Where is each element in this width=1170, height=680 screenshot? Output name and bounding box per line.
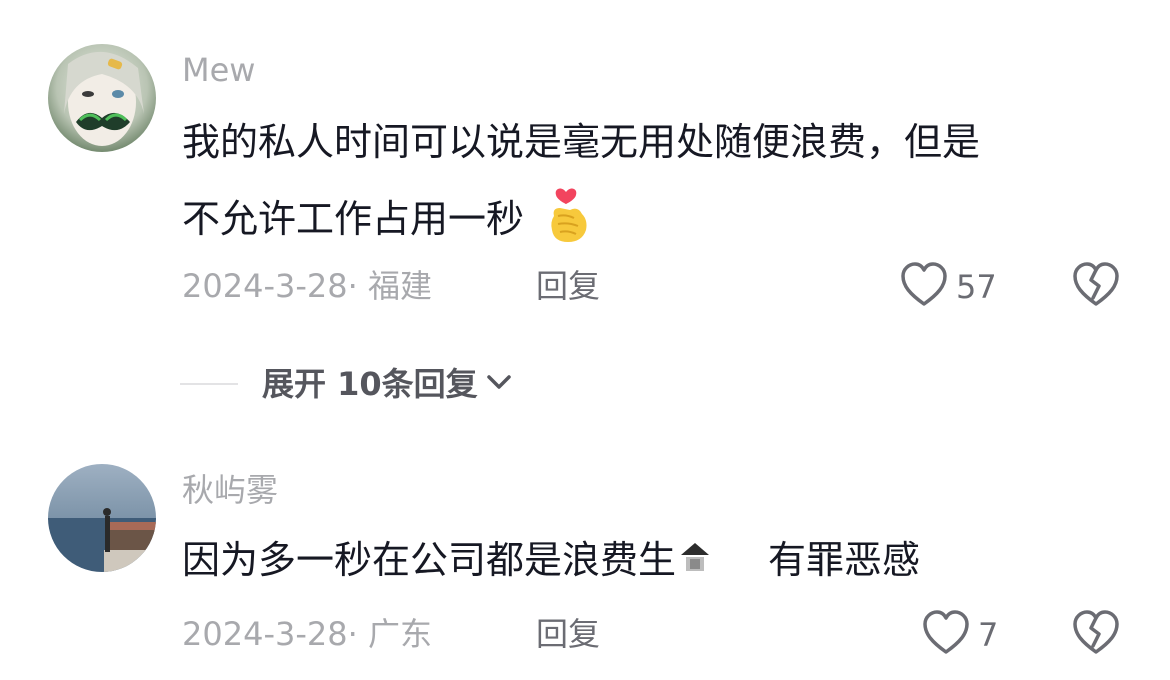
comment-text-line: 因为多一秒在公司都是浪费生 有罪恶感 — [182, 534, 920, 586]
expand-replies-label: 展开 10条回复 — [262, 365, 478, 403]
chevron-down-icon — [482, 365, 516, 403]
censored-char-icon — [676, 538, 714, 576]
comment-text-line: 不允许工作占用一秒 — [182, 186, 592, 257]
avatar[interactable] — [48, 464, 156, 572]
comment-text-segment: 有罪恶感 — [768, 538, 921, 582]
broken-heart-icon — [1072, 262, 1120, 312]
comment-username[interactable]: Mew — [182, 50, 255, 90]
comment-item: Mew 我的私人时间可以说是毫无用处随便浪费，但是 不允许工作占用一秒 2024… — [0, 0, 1170, 340]
avatar[interactable] — [48, 44, 156, 152]
reply-button[interactable]: 回复 — [536, 614, 600, 654]
divider-line — [180, 383, 238, 385]
comment-text-line: 我的私人时间可以说是毫无用处随便浪费，但是 — [182, 120, 981, 164]
like-button[interactable]: 57 — [900, 262, 997, 312]
comment-item: 秋屿雾 因为多一秒在公司都是浪费生 有罪恶感 2024-3-28· 广东 回复 7 — [0, 440, 1170, 680]
heart-outline-icon — [900, 262, 948, 312]
reply-button[interactable]: 回复 — [536, 266, 600, 306]
comment-text-segment: 不允许工作占用一秒 — [182, 197, 525, 241]
avatar-image — [48, 44, 156, 152]
dislike-button[interactable] — [1072, 610, 1120, 660]
like-button[interactable]: 7 — [922, 610, 998, 660]
expand-replies-button[interactable]: 展开 10条回复 — [180, 364, 516, 404]
broken-heart-icon — [1072, 610, 1120, 660]
like-count: 7 — [978, 616, 999, 654]
finger-heart-emoji-icon — [544, 186, 592, 257]
dislike-button[interactable] — [1072, 262, 1120, 312]
comment-text-segment: 因为多一秒在公司都是浪费生 — [182, 538, 677, 582]
like-count: 57 — [956, 268, 997, 306]
avatar-image — [48, 464, 156, 572]
comment-username[interactable]: 秋屿雾 — [182, 470, 278, 510]
comment-date-location: 2024-3-28· 福建 — [182, 267, 432, 305]
heart-outline-icon — [922, 610, 970, 660]
comment-date-location: 2024-3-28· 广东 — [182, 615, 432, 653]
